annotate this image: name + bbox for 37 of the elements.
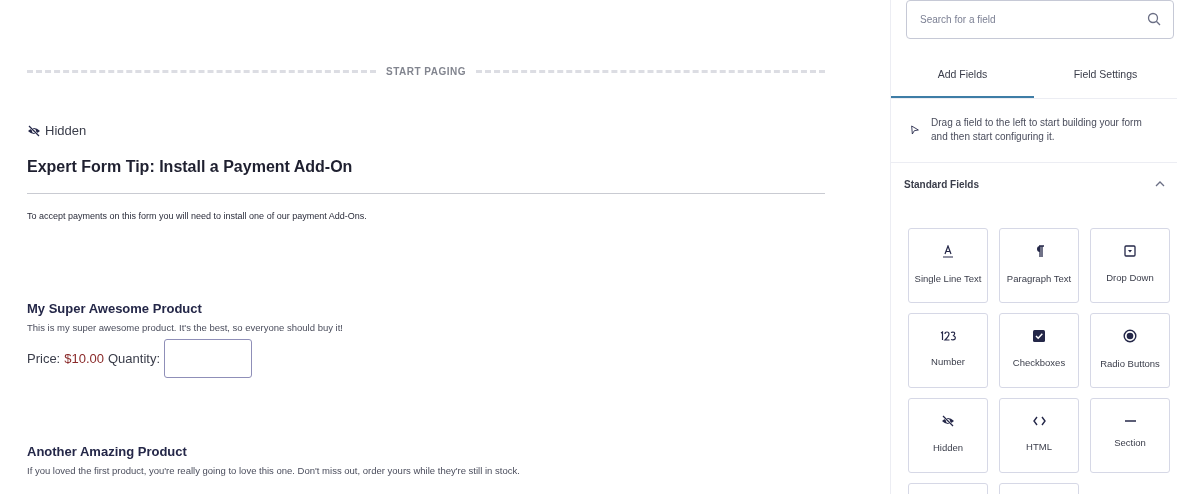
hidden-label: Hidden — [45, 122, 87, 140]
checkbox-icon — [1033, 330, 1045, 343]
field-tile[interactable]: Section — [1090, 397, 1170, 473]
product-description: This is my super awesome product. It's the best, so everyone should buy it! — [27, 321, 344, 333]
code-icon — [1032, 416, 1046, 427]
field-tile[interactable]: HTML — [999, 397, 1079, 473]
dash-icon — [1124, 420, 1136, 423]
product-description: If you loved the first product, you're really going to love this one. Don't miss out, order yours while they're still in stock. — [27, 464, 521, 476]
hidden-icon — [27, 124, 41, 137]
field-tile[interactable]: Number — [908, 312, 988, 388]
hint-text: Drag a field to the left to start building your form and then start configuring it. — [931, 115, 1143, 145]
tab[interactable]: Add Fields — [891, 55, 1034, 98]
field-tile[interactable]: Drop Down — [1090, 227, 1170, 303]
page-break-label: START PAGING — [385, 65, 467, 79]
quantity-field[interactable] — [164, 339, 253, 378]
field-tile[interactable]: Single Line Text — [908, 227, 988, 303]
tip-heading: Expert Form Tip: Install a Payment Add-On — [27, 156, 354, 177]
search-icon — [1147, 12, 1161, 26]
price-label: Price: — [27, 349, 61, 368]
section-header[interactable]: Standard Fields — [891, 162, 1177, 206]
search-field[interactable]: Search for a field — [906, 0, 1174, 39]
quantity-label: Quantity: — [108, 349, 161, 368]
number-icon — [939, 331, 957, 342]
field-tile[interactable]: Checkboxes — [999, 312, 1079, 388]
tab[interactable]: Field Settings — [1034, 55, 1177, 98]
field-tile[interactable]: Paragraph Text — [999, 227, 1079, 303]
hidden-icon — [941, 415, 955, 428]
product-title: Another Amazing Product — [27, 444, 188, 460]
dropdown-icon — [1124, 245, 1136, 258]
radio-icon — [1123, 329, 1137, 344]
text-icon — [942, 244, 954, 258]
tip-text: To accept payments on this form you will need to install one of our payment Add-Ons. — [27, 209, 368, 223]
product-title: My Super Awesome Product — [27, 301, 203, 317]
price-value: $10.00 — [64, 349, 104, 368]
field-tile[interactable]: Radio Buttons — [1090, 312, 1170, 388]
field-tile[interactable]: Hidden — [908, 397, 988, 473]
section-title: Standard Fields — [904, 177, 979, 192]
